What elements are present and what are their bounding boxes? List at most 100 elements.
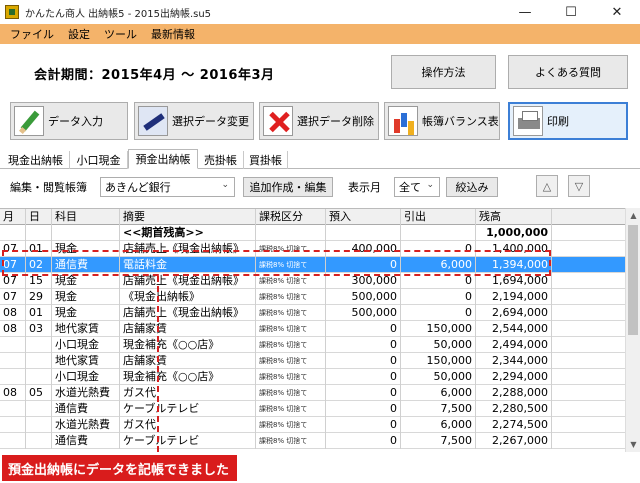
maximize-button[interactable]: ☐ xyxy=(548,0,594,24)
month-select[interactable]: 全て ⌄ xyxy=(394,177,440,197)
print-label: 印刷 xyxy=(547,115,569,128)
row-balance: 2,344,000 xyxy=(476,353,552,369)
row-tax: 課税8% 切捨て xyxy=(256,417,326,433)
table-row[interactable]: 08 03 地代家賃 店舗家賃 課税8% 切捨て 0 150,000 2,544,000 xyxy=(0,321,625,337)
filter-bar: 編集・閲覧帳簿 あきんど銀行 ⌄ 追加作成・編集 表示月 全て ⌄ 絞込み △ … xyxy=(0,174,640,200)
row-month xyxy=(0,337,26,353)
tab-receivables[interactable]: 売掛帳 xyxy=(198,151,244,169)
row-withdrawal: 7,500 xyxy=(401,401,476,417)
row-month: 07 xyxy=(0,273,26,289)
row-filler xyxy=(552,225,625,241)
col-month[interactable]: 月 xyxy=(0,209,26,225)
menu-news[interactable]: 最新情報 xyxy=(151,26,195,42)
row-account: 小口現金 xyxy=(52,369,120,385)
col-balance[interactable]: 残高 xyxy=(476,209,552,225)
row-filler xyxy=(552,353,625,369)
row-day: 29 xyxy=(26,289,52,305)
howto-button[interactable]: 操作方法 xyxy=(391,55,496,89)
row-description: 現金補充《○○店》 xyxy=(120,337,256,353)
row-withdrawal: 50,000 xyxy=(401,337,476,353)
table-row[interactable]: 07 02 通信費 電話料金 課税8% 切捨て 0 6,000 1,394,000 xyxy=(0,257,625,273)
row-filler xyxy=(552,417,625,433)
faq-button[interactable]: よくある質問 xyxy=(508,55,628,89)
scroll-up-icon[interactable]: ▲ xyxy=(626,208,640,223)
table-row[interactable]: <<期首残高>> 1,000,000 xyxy=(0,225,625,241)
tab-petty-cash[interactable]: 小口現金 xyxy=(70,151,128,169)
table-row[interactable]: 通信費 ケーブルテレビ 課税8% 切捨て 0 7,500 2,280,500 xyxy=(0,401,625,417)
col-deposit[interactable]: 預入 xyxy=(326,209,401,225)
ledger-select[interactable]: あきんど銀行 ⌄ xyxy=(100,177,235,197)
window-title: かんたん商人 出納帳5 - 2015出納帳.su5 xyxy=(25,8,212,20)
data-entry-button[interactable]: データ入力 xyxy=(10,102,128,140)
col-description[interactable]: 摘要 xyxy=(120,209,256,225)
table-row[interactable]: 小口現金 現金補充《○○店》 課税8% 切捨て 0 50,000 2,294,000 xyxy=(0,369,625,385)
table-row[interactable]: 07 15 現金 店舗売上《現金出納帳》 課税8% 切捨て 300,000 0 1,694,0… xyxy=(0,273,625,289)
add-edit-button[interactable]: 追加作成・編集 xyxy=(243,177,333,197)
vertical-scrollbar[interactable]: ▲ ▼ xyxy=(625,208,640,452)
row-description: 店舗売上《現金出納帳》 xyxy=(120,241,256,257)
row-tax: 課税8% 切捨て xyxy=(256,433,326,449)
row-deposit: 0 xyxy=(326,417,401,433)
close-button[interactable]: ✕ xyxy=(594,0,640,24)
row-tax: 課税8% 切捨て xyxy=(256,385,326,401)
row-filler xyxy=(552,385,625,401)
row-month: 07 xyxy=(0,257,26,273)
col-account[interactable]: 科目 xyxy=(52,209,120,225)
delete-x-icon xyxy=(263,106,293,136)
ledger-label: 編集・閲覧帳簿 xyxy=(10,181,87,194)
row-filler xyxy=(552,337,625,353)
narrow-button[interactable]: 絞込み xyxy=(446,177,498,197)
table-row[interactable]: 水道光熱費 ガス代 課税8% 切捨て 0 6,000 2,274,500 xyxy=(0,417,625,433)
scroll-down-icon[interactable]: ▼ xyxy=(626,437,640,452)
print-button[interactable]: 印刷 xyxy=(508,102,628,140)
move-down-button[interactable]: ▽ xyxy=(568,175,590,197)
brush-icon xyxy=(138,106,168,136)
row-day: 01 xyxy=(26,305,52,321)
caption-banner: 預金出納帳にデータを記帳できました xyxy=(2,455,238,481)
col-withdrawal[interactable]: 引出 xyxy=(401,209,476,225)
row-balance: 1,394,000 xyxy=(476,257,552,273)
row-account: 通信費 xyxy=(52,401,120,417)
row-deposit: 0 xyxy=(326,353,401,369)
move-up-button[interactable]: △ xyxy=(536,175,558,197)
row-account: 現金 xyxy=(52,273,120,289)
menu-settings[interactable]: 設定 xyxy=(68,26,90,42)
row-description: 現金補充《○○店》 xyxy=(120,369,256,385)
minimize-button[interactable]: — xyxy=(502,0,548,24)
table-row[interactable]: 07 01 現金 店舗売上《現金出納帳》 課税8% 切捨て 400,000 0 1,400,0… xyxy=(0,241,625,257)
row-day xyxy=(26,433,52,449)
tab-cash-ledger[interactable]: 現金出納帳 xyxy=(2,151,70,169)
col-tax[interactable]: 課税区分 xyxy=(256,209,326,225)
edit-selected-button[interactable]: 選択データ変更 xyxy=(134,102,254,140)
row-month: 08 xyxy=(0,321,26,337)
menu-tools[interactable]: ツール xyxy=(104,26,137,42)
table-row[interactable]: 地代家賃 店舗家賃 課税8% 切捨て 0 150,000 2,344,000 xyxy=(0,353,625,369)
row-filler xyxy=(552,401,625,417)
row-filler xyxy=(552,257,625,273)
row-day xyxy=(26,417,52,433)
table-row[interactable]: 通信費 ケーブルテレビ 課税8% 切捨て 0 7,500 2,267,000 xyxy=(0,433,625,449)
ledger-tabs: 現金出納帳 小口現金 預金出納帳 売掛帳 買掛帳 xyxy=(0,149,640,169)
table-row[interactable]: 08 01 現金 店舗売上《現金出納帳》 課税8% 切捨て 500,000 0 2,694,0… xyxy=(0,305,625,321)
row-description: ガス代 xyxy=(120,385,256,401)
col-day[interactable]: 日 xyxy=(26,209,52,225)
balance-sheet-label: 帳簿バランス表 xyxy=(422,115,499,128)
table-row[interactable]: 小口現金 現金補充《○○店》 課税8% 切捨て 0 50,000 2,494,000 xyxy=(0,337,625,353)
tab-payables[interactable]: 買掛帳 xyxy=(244,151,288,169)
row-deposit: 400,000 xyxy=(326,241,401,257)
table-header: 月 日 科目 摘要 課税区分 預入 引出 残高 xyxy=(0,209,625,225)
row-month xyxy=(0,369,26,385)
delete-selected-button[interactable]: 選択データ削除 xyxy=(259,102,379,140)
scroll-thumb[interactable] xyxy=(628,225,638,335)
tab-deposit-ledger[interactable]: 預金出納帳 xyxy=(128,149,198,169)
balance-sheet-button[interactable]: 帳簿バランス表 xyxy=(384,102,500,140)
row-deposit: 0 xyxy=(326,369,401,385)
row-deposit: 0 xyxy=(326,385,401,401)
pencil-icon xyxy=(14,106,44,136)
table-row[interactable]: 08 05 水道光熱費 ガス代 課税8% 切捨て 0 6,000 2,288,000 xyxy=(0,385,625,401)
row-withdrawal: 0 xyxy=(401,305,476,321)
table-row[interactable]: 07 29 現金 《現金出納帳》 課税8% 切捨て 500,000 0 2,194,000 xyxy=(0,289,625,305)
row-deposit: 500,000 xyxy=(326,305,401,321)
row-tax xyxy=(256,225,326,241)
menu-file[interactable]: ファイル xyxy=(10,26,54,42)
